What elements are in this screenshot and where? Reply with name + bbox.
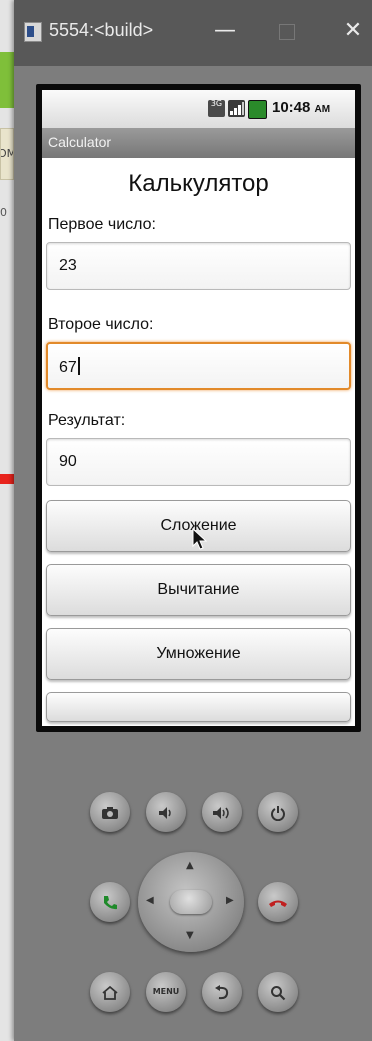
title-bar: 5554:<build> — ✕ xyxy=(14,0,372,66)
divide-button[interactable] xyxy=(46,692,351,722)
menu-button[interactable]: MENU xyxy=(146,972,186,1012)
phone-screen: 3G 10:48 AM Calculator Калькулятор Перво… xyxy=(42,90,355,726)
home-icon xyxy=(102,985,118,1000)
emulator-window: 5554:<build> — ✕ 3G 10:48 AM Calculator … xyxy=(14,0,372,1041)
second-number-label: Второе число: xyxy=(48,316,154,333)
home-button[interactable] xyxy=(90,972,130,1012)
desktop-side-text: 0 xyxy=(0,206,7,219)
result-field[interactable]: 90 xyxy=(46,438,351,486)
time-ampm: AM xyxy=(314,104,331,115)
end-call-icon xyxy=(269,900,287,907)
desktop-tab[interactable]: OM xyxy=(0,128,14,180)
second-number-value: 67 xyxy=(59,359,77,376)
signal-icon xyxy=(228,100,245,117)
emulator-app-icon xyxy=(24,22,42,42)
dpad-right-icon[interactable]: ▶ xyxy=(226,895,234,906)
text-caret xyxy=(77,357,80,375)
close-button[interactable]: ✕ xyxy=(339,16,367,46)
window-title: 5554:<build> xyxy=(49,20,154,40)
minimize-button[interactable]: — xyxy=(210,16,240,46)
dpad[interactable]: ▲ ▼ ◀ ▶ xyxy=(138,852,244,952)
result-label: Результат: xyxy=(48,412,126,429)
camera-button[interactable] xyxy=(90,792,130,832)
desktop-tab-label: OM xyxy=(1,147,13,160)
dpad-up-icon[interactable]: ▲ xyxy=(186,860,194,871)
power-icon xyxy=(271,805,285,821)
phone-screen-frame: 3G 10:48 AM Calculator Калькулятор Перво… xyxy=(36,84,361,732)
maximize-button[interactable] xyxy=(279,24,295,40)
volume-down-icon xyxy=(159,806,171,819)
volume-down-button[interactable] xyxy=(146,792,186,832)
volume-up-button[interactable] xyxy=(202,792,242,832)
3g-icon: 3G xyxy=(208,100,225,117)
second-number-field[interactable]: 67 xyxy=(46,342,351,390)
first-number-field[interactable]: 23 xyxy=(46,242,351,290)
status-time: 10:48 AM xyxy=(272,99,330,116)
dpad-left-icon[interactable]: ◀ xyxy=(146,895,154,906)
desktop-green-bar xyxy=(0,52,14,108)
dpad-center-button[interactable] xyxy=(170,890,212,914)
subtract-button[interactable]: Вычитание xyxy=(46,564,351,616)
call-button[interactable] xyxy=(90,882,130,922)
dpad-down-icon[interactable]: ▼ xyxy=(186,930,194,941)
back-button[interactable] xyxy=(202,972,242,1012)
app-title-bar: Calculator xyxy=(42,128,355,158)
page-title: Калькулятор xyxy=(128,170,269,197)
power-button[interactable] xyxy=(258,792,298,832)
end-call-button[interactable] xyxy=(258,882,298,922)
back-icon xyxy=(215,984,229,999)
search-icon xyxy=(271,985,286,1000)
time-value: 10:48 xyxy=(272,99,311,116)
camera-icon xyxy=(102,806,118,819)
app-title: Calculator xyxy=(48,134,112,150)
first-number-label: Первое число: xyxy=(48,216,156,233)
volume-up-icon xyxy=(213,806,229,819)
mouse-cursor-icon xyxy=(192,528,208,550)
call-icon xyxy=(104,895,117,909)
multiply-button[interactable]: Умножение xyxy=(46,628,351,680)
status-bar: 3G 10:48 AM xyxy=(42,90,355,129)
search-button[interactable] xyxy=(258,972,298,1012)
battery-icon xyxy=(248,100,267,119)
